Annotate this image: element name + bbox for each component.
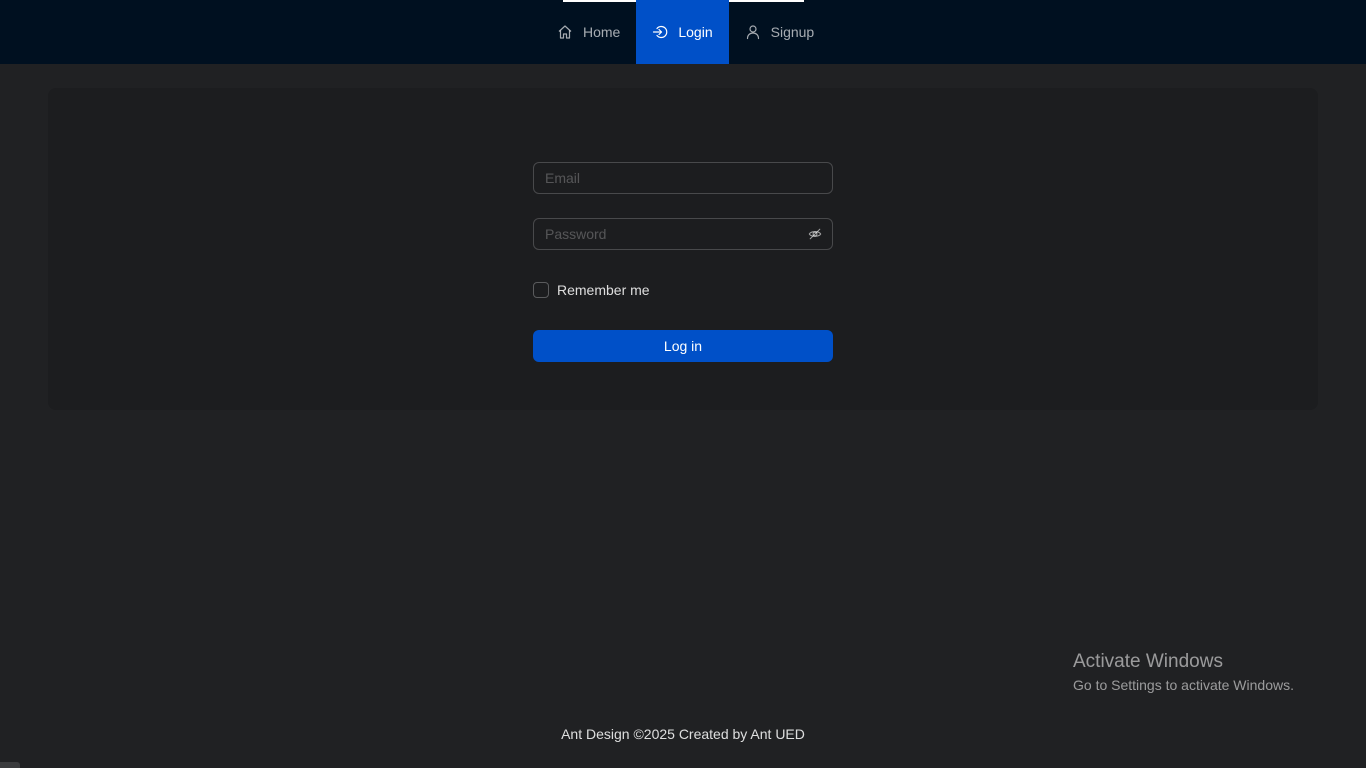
remember-label: Remember me xyxy=(557,282,650,298)
nav-item-label: Login xyxy=(678,24,713,40)
password-input[interactable] xyxy=(534,219,832,249)
nav-item-label: Signup xyxy=(770,24,815,40)
email-input[interactable] xyxy=(534,163,832,193)
email-field[interactable] xyxy=(533,162,833,194)
corner-handle xyxy=(0,762,20,768)
nav-item-home[interactable]: Home xyxy=(541,0,636,64)
watermark-subtitle: Go to Settings to activate Windows. xyxy=(1073,677,1294,693)
eye-invisible-icon[interactable] xyxy=(808,227,822,241)
user-icon xyxy=(745,24,761,40)
nav-item-signup[interactable]: Signup xyxy=(729,0,831,64)
remember-me[interactable]: Remember me xyxy=(533,281,650,299)
nav-item-label: Home xyxy=(583,24,621,40)
home-icon xyxy=(557,24,573,40)
watermark-title: Activate Windows xyxy=(1073,651,1223,672)
remember-checkbox[interactable] xyxy=(533,282,549,298)
top-nav-menu: Home Login Signup xyxy=(541,0,830,64)
activate-windows-watermark: Activate Windows Go to Settings to activ… xyxy=(1073,651,1294,695)
password-field[interactable] xyxy=(533,218,833,250)
header: Home Login Signup xyxy=(0,0,1366,64)
nav-item-login[interactable]: Login xyxy=(636,0,729,64)
login-button[interactable]: Log in xyxy=(533,330,833,362)
login-icon xyxy=(652,24,668,40)
footer-text: Ant Design ©2025 Created by Ant UED xyxy=(561,726,805,742)
